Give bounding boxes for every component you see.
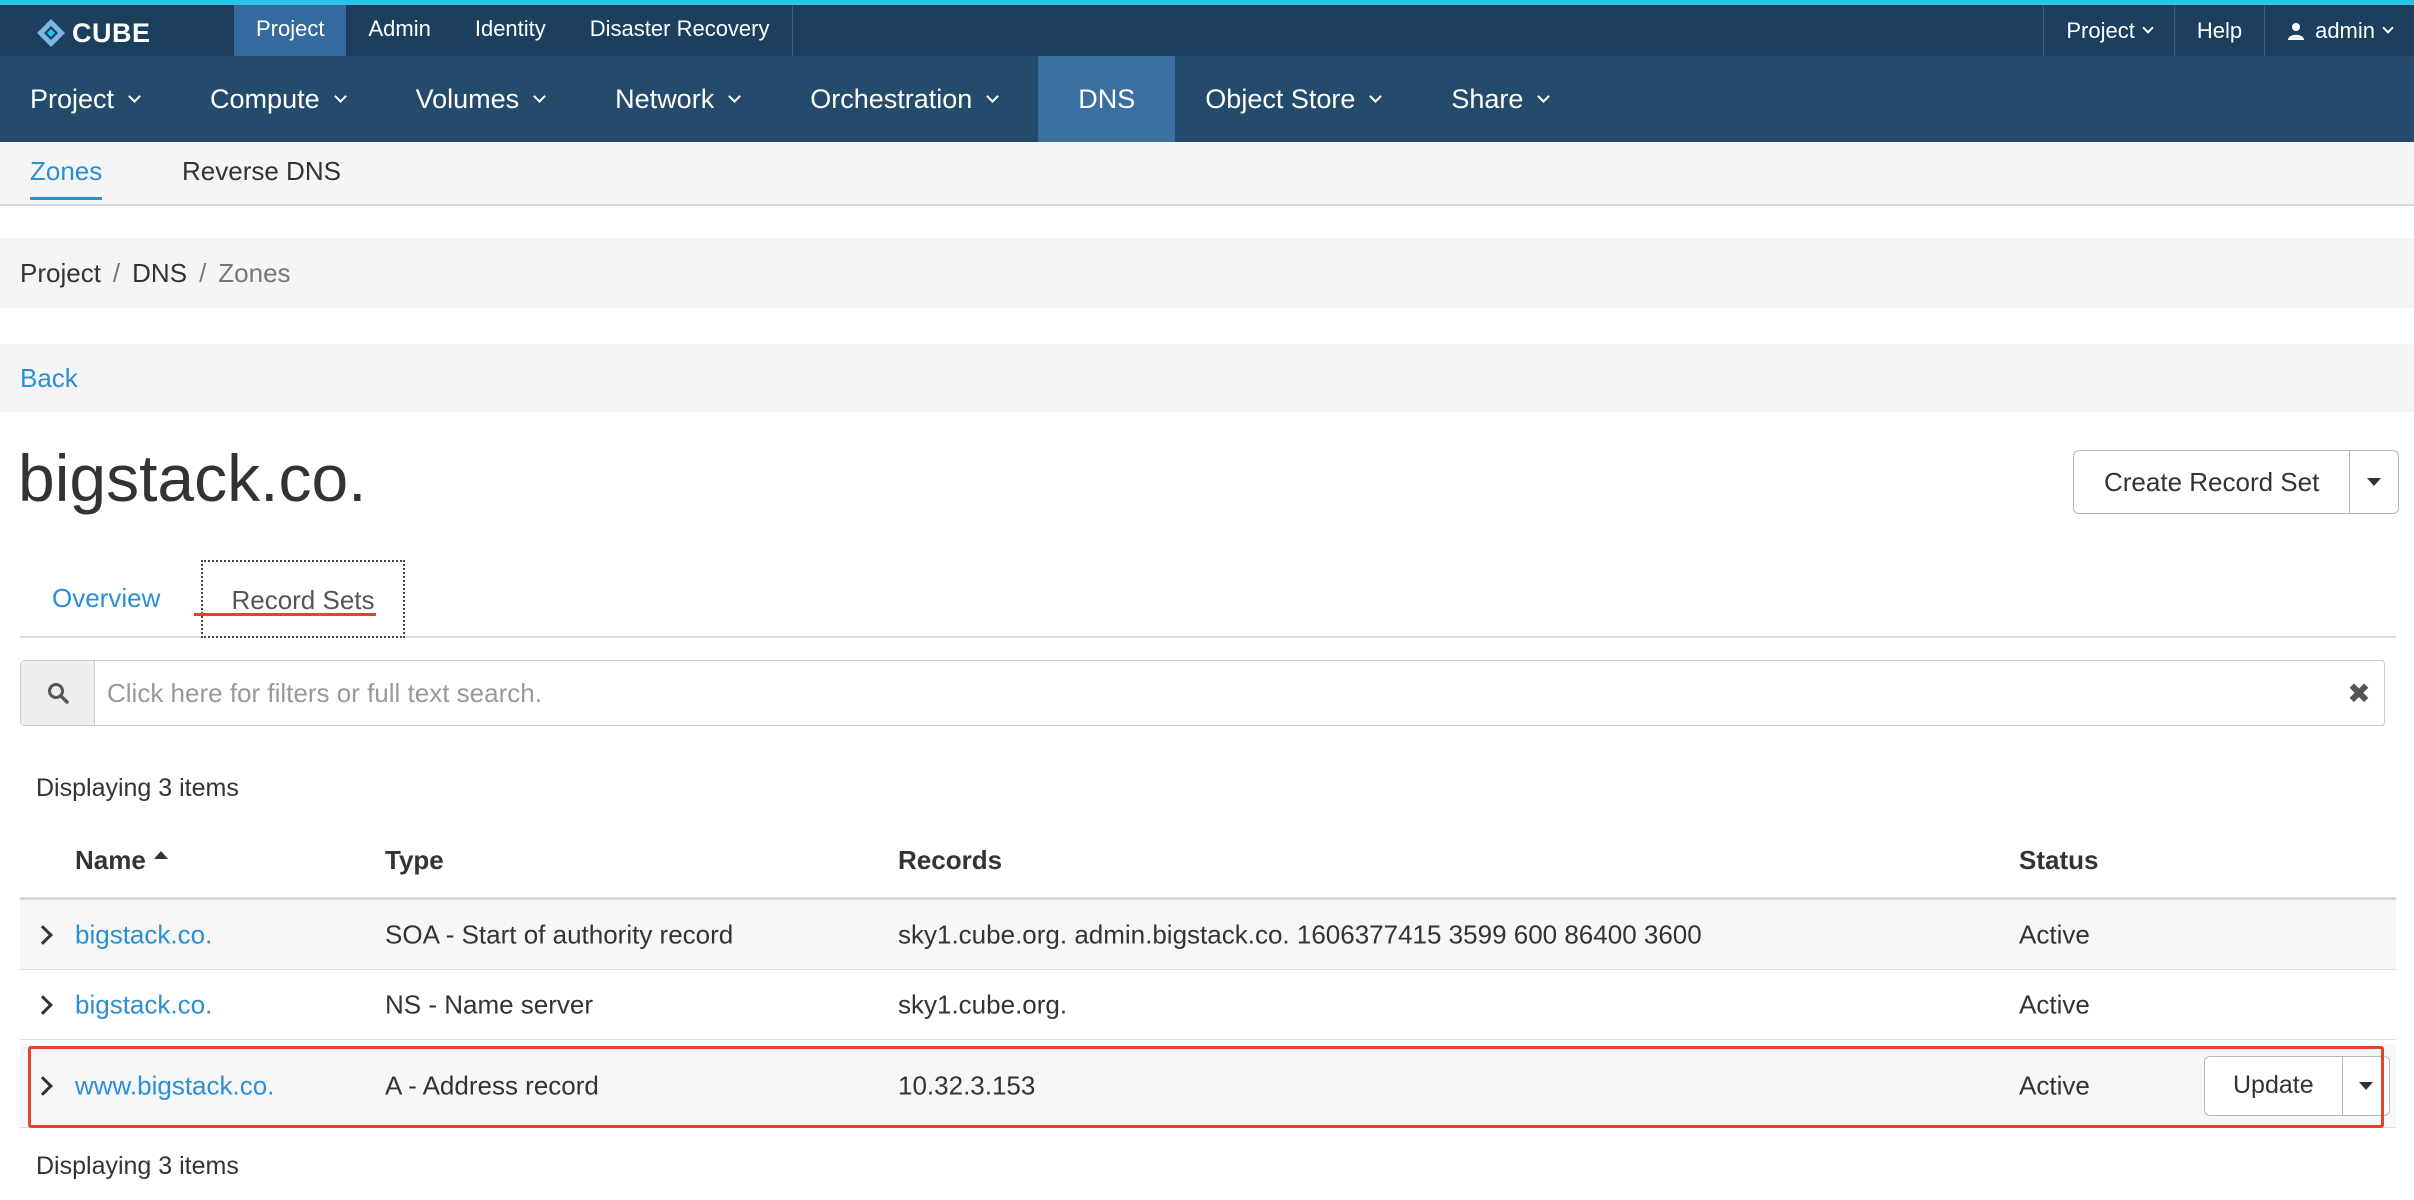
clear-search-button[interactable]: ✖ bbox=[2334, 661, 2384, 725]
mainnav-volumes[interactable]: Volumes bbox=[386, 56, 586, 142]
mainnav-object-store[interactable]: Object Store bbox=[1175, 56, 1421, 142]
record-records: sky1.cube.org. bbox=[898, 989, 1068, 1019]
mainnav-dns[interactable]: DNS bbox=[1038, 56, 1176, 142]
chevron-down-icon bbox=[2382, 22, 2394, 34]
back-bar: Back bbox=[0, 344, 2414, 412]
record-name-link[interactable]: www.bigstack.co. bbox=[75, 1070, 274, 1101]
chevron-down-icon bbox=[986, 89, 1000, 103]
filter-search-bar: ✖ bbox=[20, 660, 2385, 726]
chevron-down-icon bbox=[533, 89, 547, 103]
help-link[interactable]: Help bbox=[2173, 5, 2264, 56]
subnav-reverse-dns[interactable]: Reverse DNS bbox=[182, 142, 341, 206]
mainnav-compute-label: Compute bbox=[210, 84, 320, 114]
mainnav-compute[interactable]: Compute bbox=[180, 56, 386, 142]
breadcrumb-project[interactable]: Project bbox=[20, 258, 101, 289]
topnav-disaster-recovery[interactable]: Disaster Recovery bbox=[568, 5, 792, 56]
caret-down-icon bbox=[2367, 478, 2382, 486]
close-icon: ✖ bbox=[2347, 677, 2371, 709]
column-header-records[interactable]: Records bbox=[898, 845, 1002, 876]
mainnav-project-label: Project bbox=[30, 84, 115, 114]
record-name-link[interactable]: bigstack.co. bbox=[75, 989, 212, 1020]
top-right-nav: Project Help admin bbox=[2043, 5, 2414, 56]
user-icon bbox=[2288, 22, 2305, 40]
chevron-down-icon bbox=[2142, 22, 2154, 34]
breadcrumb-separator: / bbox=[199, 257, 207, 288]
record-name-link[interactable]: bigstack.co. bbox=[75, 919, 212, 950]
user-menu[interactable]: admin bbox=[2264, 5, 2414, 56]
record-type: A - Address record bbox=[385, 1070, 599, 1100]
chevron-down-icon bbox=[1537, 89, 1551, 103]
project-dropdown[interactable]: Project bbox=[2043, 5, 2173, 56]
record-status: Active bbox=[2019, 919, 2090, 949]
mainnav-project[interactable]: Project bbox=[0, 56, 180, 142]
top-bar: CUBE Project Admin Identity Disaster Rec… bbox=[0, 0, 2414, 56]
detail-tabs: Overview Record Sets bbox=[20, 560, 2396, 638]
top-left-nav: Project Admin Identity Disaster Recovery bbox=[234, 5, 793, 56]
chevron-down-icon bbox=[728, 89, 742, 103]
tab-overview[interactable]: Overview bbox=[52, 560, 160, 638]
breadcrumb-current: Zones bbox=[218, 257, 291, 288]
mainnav-volumes-label: Volumes bbox=[415, 84, 520, 114]
cube-logo[interactable]: CUBE bbox=[36, 13, 151, 53]
mainnav-network-label: Network bbox=[615, 84, 715, 114]
row-actions-group: Update bbox=[2204, 1055, 2390, 1116]
search-icon bbox=[47, 683, 69, 704]
breadcrumb-dns[interactable]: DNS bbox=[132, 258, 187, 289]
main-nav: Project Compute Volumes Network Orchestr… bbox=[0, 56, 2414, 142]
item-count-bottom: Displaying 3 items bbox=[36, 1152, 239, 1180]
create-record-set-button[interactable]: Create Record Set bbox=[2074, 451, 2351, 513]
logo-text: CUBE bbox=[72, 17, 151, 48]
record-type: SOA - Start of authority record bbox=[385, 919, 734, 949]
table-row: www.bigstack.co. A - Address record 10.3… bbox=[20, 1044, 2396, 1128]
column-header-name[interactable]: Name bbox=[75, 845, 168, 876]
sub-nav: Zones Reverse DNS bbox=[0, 142, 2414, 206]
row-actions-dropdown[interactable] bbox=[2343, 1057, 2389, 1115]
tab-annotation-underline bbox=[194, 613, 376, 616]
search-input[interactable] bbox=[95, 661, 2334, 725]
table-row: bigstack.co. SOA - Start of authority re… bbox=[20, 900, 2396, 970]
record-status: Active bbox=[2019, 989, 2090, 1019]
topnav-project[interactable]: Project bbox=[234, 5, 347, 56]
page-title: bigstack.co. bbox=[18, 441, 367, 515]
create-record-set-group: Create Record Set bbox=[2073, 450, 2400, 514]
item-count-top: Displaying 3 items bbox=[36, 774, 239, 802]
breadcrumb: Project / DNS / Zones bbox=[0, 238, 2414, 308]
mainnav-orchestration-label: Orchestration bbox=[810, 84, 973, 114]
mainnav-share-label: Share bbox=[1451, 84, 1524, 114]
search-button[interactable] bbox=[21, 661, 95, 725]
expand-row-icon[interactable] bbox=[33, 924, 53, 945]
mainnav-network[interactable]: Network bbox=[585, 56, 780, 142]
project-dropdown-label: Project bbox=[2066, 17, 2135, 43]
record-records: 10.32.3.153 bbox=[898, 1070, 1036, 1100]
mainnav-dns-label: DNS bbox=[1078, 84, 1136, 114]
subnav-zones[interactable]: Zones bbox=[30, 151, 103, 200]
expand-row-icon[interactable] bbox=[33, 1075, 53, 1096]
create-record-set-dropdown[interactable] bbox=[2350, 451, 2398, 513]
topnav-identity[interactable]: Identity bbox=[453, 5, 568, 56]
user-name: admin bbox=[2315, 17, 2375, 43]
caret-down-icon bbox=[2358, 1081, 2373, 1090]
record-status: Active bbox=[2019, 1070, 2090, 1100]
update-button[interactable]: Update bbox=[2205, 1056, 2343, 1115]
cube-logo-icon bbox=[37, 19, 65, 47]
chevron-down-icon bbox=[128, 89, 141, 103]
table-row: bigstack.co. NS - Name server sky1.cube.… bbox=[20, 970, 2396, 1040]
topnav-admin[interactable]: Admin bbox=[346, 5, 452, 56]
column-header-name-label: Name bbox=[75, 845, 146, 875]
record-records: sky1.cube.org. admin.bigstack.co. 160637… bbox=[898, 919, 1702, 949]
sort-ascending-icon bbox=[153, 851, 168, 859]
help-label: Help bbox=[2196, 17, 2243, 43]
column-header-status[interactable]: Status bbox=[2019, 845, 2098, 876]
mainnav-object-store-label: Object Store bbox=[1205, 84, 1356, 114]
tab-record-sets[interactable]: Record Sets bbox=[201, 560, 405, 638]
back-link[interactable]: Back bbox=[20, 363, 78, 394]
expand-row-icon[interactable] bbox=[33, 994, 53, 1015]
record-type: NS - Name server bbox=[385, 989, 594, 1019]
chevron-down-icon bbox=[1369, 89, 1383, 103]
breadcrumb-separator: / bbox=[112, 257, 121, 288]
column-header-type[interactable]: Type bbox=[385, 845, 444, 876]
mainnav-share[interactable]: Share bbox=[1421, 56, 1589, 142]
chevron-down-icon bbox=[333, 89, 347, 103]
mainnav-orchestration[interactable]: Orchestration bbox=[780, 56, 1038, 142]
